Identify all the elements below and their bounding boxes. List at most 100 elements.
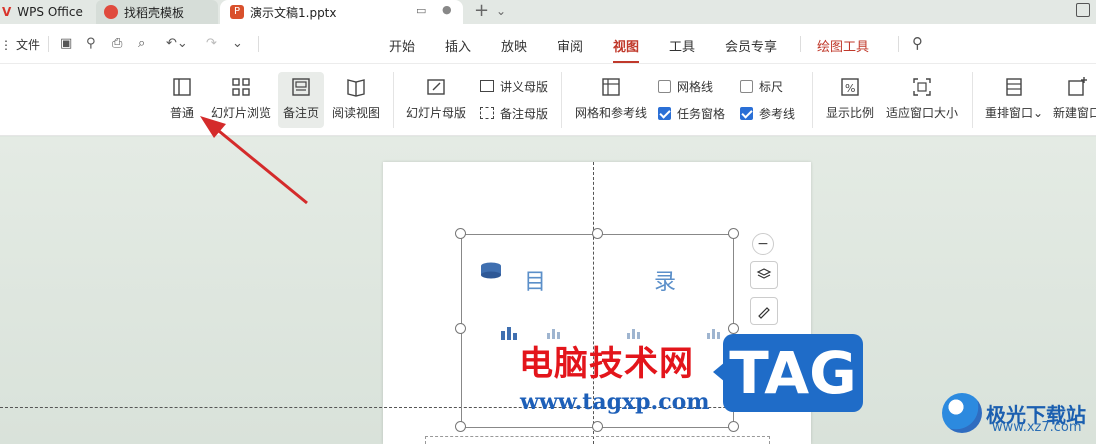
resize-handle[interactable]	[455, 323, 466, 334]
wps-logo-icon: ᐯ	[2, 5, 12, 19]
slide-title-right: 录	[654, 270, 677, 295]
ruler-checkbox[interactable]: 标尺	[740, 77, 783, 95]
tab-member[interactable]: 会员专享	[725, 36, 777, 55]
hamburger-icon: ⋮	[0, 38, 12, 52]
brush-icon[interactable]	[750, 297, 778, 325]
reading-view-label: 阅读视图	[331, 106, 380, 120]
tab-label: WPS Office	[17, 5, 83, 19]
watermark-tag-logo: TAG	[713, 334, 863, 412]
collapse-icon[interactable]: −	[752, 233, 774, 255]
book-icon	[347, 79, 365, 97]
search-icon[interactable]: ⚲	[912, 34, 923, 52]
tab-label: 演示文稿1.pptx	[250, 5, 337, 20]
normal-view-icon	[173, 78, 191, 96]
zoom-icon: %	[841, 78, 859, 96]
chart-icon	[501, 327, 517, 340]
undo-icon[interactable]: ↶⌄	[166, 36, 188, 51]
resize-handle[interactable]	[455, 421, 466, 432]
fit-window-label: 适应窗口大小	[885, 106, 958, 120]
slide-sorter-button[interactable]: 幻灯片浏览	[208, 72, 274, 128]
task-pane-checkbox[interactable]: 任务窗格	[658, 104, 725, 122]
resize-handle[interactable]	[592, 228, 603, 239]
reading-view-button[interactable]: 阅读视图	[330, 72, 382, 128]
slide-sorter-label: 幻灯片浏览	[210, 106, 271, 120]
grid-guides-button[interactable]: 网格和参考线	[573, 72, 649, 128]
window-layout-icon[interactable]	[1076, 3, 1090, 17]
unsaved-dot-icon: ●	[442, 3, 452, 16]
aurora-logo-icon	[942, 393, 982, 433]
fit-window-icon	[913, 78, 931, 96]
link-icon[interactable]: ⚲	[86, 36, 96, 51]
gridlines-checkbox[interactable]: 网格线	[658, 77, 713, 95]
tab-label: 找稻壳模板	[124, 5, 185, 20]
zoom-button[interactable]: % 显示比例	[823, 72, 877, 128]
tab-presentation[interactable]: P 演示文稿1.pptx ▭ ●	[220, 0, 463, 24]
arrange-window-label: 重排窗口⌄	[985, 104, 1043, 121]
arrange-window-button[interactable]: 重排窗口⌄	[983, 72, 1045, 128]
resize-handle[interactable]	[455, 228, 466, 239]
divider	[561, 72, 562, 128]
gridlines-label: 网格线	[677, 79, 714, 94]
watermark-url: www.tagxp.com	[520, 389, 710, 415]
chevron-down-icon[interactable]: ⌄	[496, 4, 506, 18]
tab-template[interactable]: 找稻壳模板	[96, 0, 218, 24]
database-icon	[481, 262, 501, 279]
small-chart-icon	[707, 329, 720, 339]
print-preview-icon[interactable]: ⌕	[138, 36, 145, 51]
arrange-window-icon	[1006, 78, 1022, 96]
fit-window-button[interactable]: 适应窗口大小	[884, 72, 960, 128]
docer-logo-icon	[104, 5, 118, 19]
notes-page-button[interactable]: 备注页	[278, 72, 324, 128]
save-icon[interactable]: ▣	[60, 36, 72, 51]
notes-master-button[interactable]: 备注母版	[480, 104, 548, 122]
tab-drawing-tools[interactable]: 绘图工具	[817, 36, 869, 55]
new-window-button[interactable]: 新建窗口	[1052, 72, 1096, 128]
tab-wps-office[interactable]: ᐯ WPS Office	[0, 0, 92, 24]
svg-text:%: %	[845, 82, 855, 95]
monitor-icon[interactable]: ▭	[416, 4, 426, 17]
slide-sorter-icon	[232, 78, 250, 96]
tab-tools[interactable]: 工具	[669, 36, 695, 55]
handout-master-button[interactable]: 讲义母版	[480, 77, 548, 95]
slide-title-left: 目	[524, 270, 547, 295]
guides-checkbox[interactable]: 参考线	[740, 104, 795, 122]
resize-handle[interactable]	[728, 228, 739, 239]
tab-review[interactable]: 审阅	[557, 36, 583, 55]
checkbox-unchecked[interactable]	[658, 79, 671, 93]
more-chevron-icon[interactable]: ⌄	[232, 36, 243, 51]
tab-home[interactable]: 开始	[389, 36, 415, 55]
notes-page-label: 备注页	[282, 106, 319, 120]
resize-handle[interactable]	[728, 323, 739, 334]
notes-master-label: 备注母版	[500, 106, 549, 121]
tab-view[interactable]: 视图	[613, 36, 640, 63]
tab-insert[interactable]: 插入	[445, 36, 471, 55]
slide-master-label: 幻灯片母版	[405, 106, 466, 120]
divider	[800, 36, 801, 52]
slide-master-button[interactable]: 幻灯片母版	[403, 72, 469, 128]
grid-guides-label: 网格和参考线	[574, 106, 647, 120]
checkbox-checked[interactable]	[740, 106, 753, 120]
normal-view-button[interactable]: 普通	[163, 72, 201, 128]
divider	[972, 72, 973, 128]
notes-placeholder[interactable]	[425, 436, 770, 444]
redo-icon[interactable]: ↷	[206, 36, 217, 51]
print-icon[interactable]: ⎙	[112, 36, 122, 51]
arrange-window-text: 重排窗口	[984, 106, 1033, 120]
tab-slideshow[interactable]: 放映	[501, 36, 527, 55]
watermark-text: 电脑技术网	[519, 344, 694, 384]
layers-icon[interactable]	[750, 261, 778, 289]
new-tab-icon[interactable]: +	[474, 0, 489, 21]
new-window-icon	[1068, 77, 1087, 96]
resize-handle[interactable]	[728, 421, 739, 432]
file-menu[interactable]: ⋮ 文件	[0, 36, 40, 53]
divider	[48, 36, 49, 52]
new-window-label: 新建窗口	[1052, 106, 1096, 120]
divider	[258, 36, 259, 52]
normal-view-label: 普通	[169, 106, 194, 120]
checkbox-unchecked[interactable]	[740, 79, 753, 93]
notes-master-icon	[480, 107, 494, 119]
resize-handle[interactable]	[592, 421, 603, 432]
chevron-down-icon: ⌄	[1032, 106, 1044, 120]
checkbox-checked[interactable]	[658, 106, 671, 120]
divider	[393, 72, 394, 128]
